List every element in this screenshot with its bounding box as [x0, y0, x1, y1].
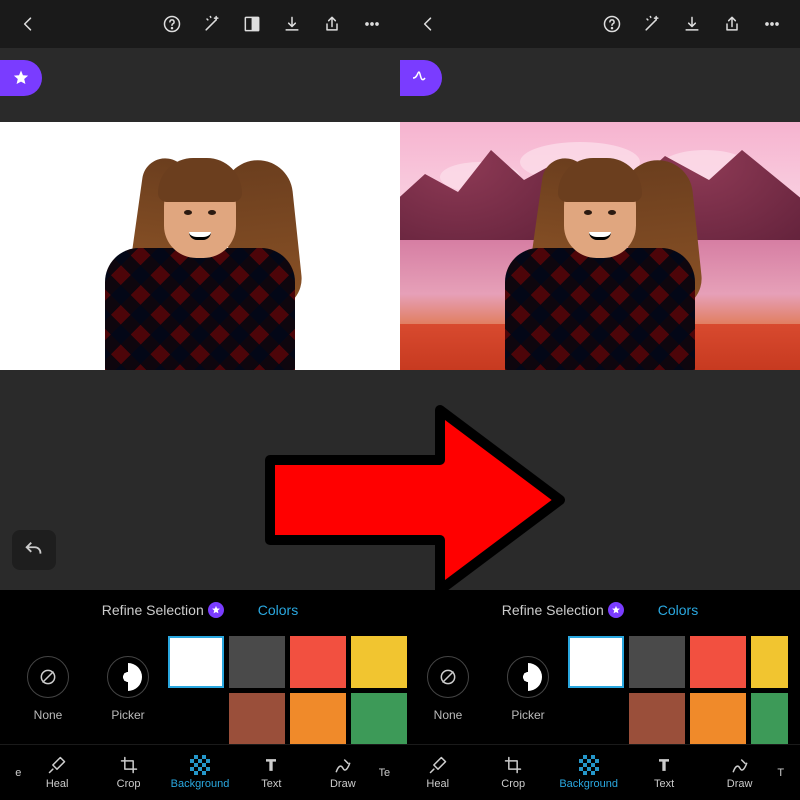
color-swatch[interactable] — [290, 636, 346, 688]
more-icon[interactable] — [754, 6, 790, 42]
canvas-right[interactable] — [400, 122, 800, 370]
colors-tab[interactable]: Colors — [658, 602, 698, 618]
color-swatch[interactable] — [168, 636, 224, 688]
premium-star-tab[interactable] — [0, 60, 42, 96]
none-option[interactable]: None — [408, 630, 488, 748]
top-toolbar-left — [0, 0, 400, 48]
color-swatch[interactable] — [751, 636, 788, 688]
picker-option[interactable]: Picker — [488, 630, 568, 748]
background-icon — [579, 755, 599, 775]
tool-fragment: T — [777, 745, 800, 800]
text-tool[interactable]: Text — [626, 745, 701, 800]
color-swatch[interactable] — [629, 693, 685, 745]
undo-button[interactable] — [12, 530, 56, 570]
picker-label: Picker — [111, 708, 144, 722]
heal-tool[interactable]: Heal — [21, 745, 92, 800]
share-icon[interactable] — [314, 6, 350, 42]
background-tool[interactable]: Background — [164, 745, 235, 800]
download-icon[interactable] — [674, 6, 710, 42]
color-swatch[interactable] — [690, 693, 746, 745]
picker-icon — [507, 656, 549, 698]
color-swatch-grid — [568, 630, 788, 748]
none-icon — [27, 656, 69, 698]
help-icon[interactable] — [594, 6, 630, 42]
tool-bar: Heal Crop Background Text Draw T — [400, 744, 800, 800]
none-label: None — [34, 708, 63, 722]
background-tool[interactable]: Background — [551, 745, 626, 800]
color-swatch[interactable] — [751, 693, 788, 745]
compare-icon[interactable] — [234, 6, 270, 42]
picker-label: Picker — [511, 708, 544, 722]
colors-label: Colors — [258, 602, 298, 618]
share-icon[interactable] — [714, 6, 750, 42]
draw-tool[interactable]: Draw — [307, 745, 378, 800]
more-icon[interactable] — [354, 6, 390, 42]
crop-tool[interactable]: Crop — [475, 745, 550, 800]
color-swatch[interactable] — [568, 636, 624, 688]
color-swatch[interactable] — [351, 693, 407, 745]
color-swatch-grid — [168, 630, 407, 748]
none-option[interactable]: None — [8, 630, 88, 748]
tool-fragment: Te — [379, 745, 400, 800]
color-swatch[interactable] — [229, 693, 285, 745]
picker-option[interactable]: Picker — [88, 630, 168, 748]
magic-wand-icon[interactable] — [194, 6, 230, 42]
heal-tool[interactable]: Heal — [400, 745, 475, 800]
download-icon[interactable] — [274, 6, 310, 42]
color-swatch[interactable] — [351, 636, 407, 688]
color-swatch[interactable] — [629, 636, 685, 688]
refine-selection-label: Refine Selection — [502, 602, 604, 618]
none-label: None — [434, 708, 463, 722]
refine-selection-tab[interactable]: Refine Selection — [102, 602, 224, 618]
magic-wand-icon[interactable] — [634, 6, 670, 42]
background-icon — [190, 755, 210, 775]
color-swatch[interactable] — [290, 693, 346, 745]
canvas-left[interactable] — [0, 122, 400, 370]
premium-star-icon — [208, 602, 224, 618]
premium-star-tab[interactable] — [400, 60, 442, 96]
back-icon[interactable] — [10, 6, 46, 42]
tool-fragment: e — [0, 745, 21, 800]
picker-icon — [107, 656, 149, 698]
refine-selection-label: Refine Selection — [102, 602, 204, 618]
color-swatch[interactable] — [690, 636, 746, 688]
text-tool[interactable]: Text — [236, 745, 307, 800]
tool-bar: e Heal Crop Background Text Draw — [0, 744, 400, 800]
crop-tool[interactable]: Crop — [93, 745, 164, 800]
top-toolbar-right — [400, 0, 800, 48]
colors-tab[interactable]: Colors — [258, 602, 298, 618]
premium-star-icon — [608, 602, 624, 618]
transition-arrow-icon — [250, 400, 570, 600]
color-swatch[interactable] — [568, 693, 624, 745]
refine-selection-tab[interactable]: Refine Selection — [502, 602, 624, 618]
colors-label: Colors — [658, 602, 698, 618]
none-icon — [427, 656, 469, 698]
help-icon[interactable] — [154, 6, 190, 42]
back-icon[interactable] — [410, 6, 446, 42]
color-swatch[interactable] — [229, 636, 285, 688]
color-swatch[interactable] — [168, 693, 224, 745]
draw-tool[interactable]: Draw — [702, 745, 777, 800]
